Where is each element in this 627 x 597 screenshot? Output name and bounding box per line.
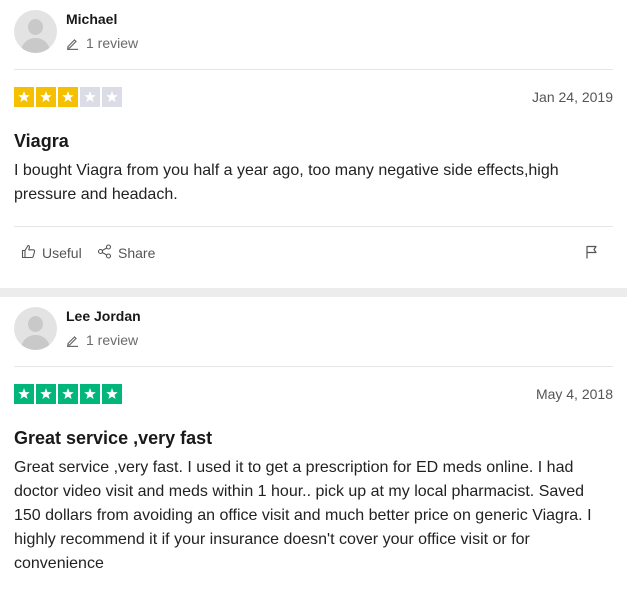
useful-button[interactable]: Useful xyxy=(21,244,82,262)
star-rating xyxy=(14,87,122,107)
report-button[interactable] xyxy=(585,245,598,262)
review-count-label: 1 review xyxy=(86,35,139,51)
review-date: May 4, 2018 xyxy=(535,386,613,402)
review-text: Great service ,very fast. I used it to g… xyxy=(14,459,592,572)
review-title[interactable]: Viagra xyxy=(14,123,613,153)
flag-icon xyxy=(585,245,598,262)
review-header: Michael 1 review xyxy=(0,0,627,70)
star-icon xyxy=(36,384,56,404)
star-icon xyxy=(102,384,122,404)
review-card: Michael 1 review Jan 24, 2019 Viagra I b… xyxy=(0,0,627,288)
star-icon xyxy=(58,87,78,107)
review-header: Lee Jordan 1 review xyxy=(0,297,627,367)
star-icon xyxy=(58,384,78,404)
star-icon xyxy=(80,384,100,404)
divider xyxy=(14,226,613,227)
review-count: 1 review xyxy=(66,332,138,348)
review-count-label: 1 review xyxy=(86,332,139,348)
review-meta: May 4, 2018 xyxy=(0,366,627,420)
share-label: Share xyxy=(118,245,156,261)
avatar[interactable] xyxy=(14,307,57,350)
pencil-icon xyxy=(66,334,79,347)
share-icon xyxy=(97,244,112,262)
thumbs-up-icon xyxy=(21,244,36,262)
review-card: Lee Jordan 1 review May 4, 2018 Great se… xyxy=(0,297,627,597)
review-title[interactable]: Great service ,very fast xyxy=(14,420,613,450)
reviewer-name[interactable]: Michael xyxy=(66,11,117,27)
avatar[interactable] xyxy=(14,10,57,53)
share-button[interactable]: Share xyxy=(97,244,155,262)
star-icon xyxy=(36,87,56,107)
reviewer-name[interactable]: Lee Jordan xyxy=(66,308,141,324)
review-count: 1 review xyxy=(66,35,138,51)
star-icon xyxy=(102,87,122,107)
pencil-icon xyxy=(66,37,79,50)
review-text: I bought Viagra from you half a year ago… xyxy=(14,162,559,203)
star-icon xyxy=(14,384,34,404)
review-actions: Useful Share xyxy=(0,226,627,288)
review-date: Jan 24, 2019 xyxy=(532,89,613,105)
star-icon xyxy=(80,87,100,107)
star-icon xyxy=(14,87,34,107)
star-rating xyxy=(14,384,122,404)
review-separator xyxy=(0,288,627,297)
useful-label: Useful xyxy=(42,245,82,261)
review-meta: Jan 24, 2019 xyxy=(0,69,627,123)
